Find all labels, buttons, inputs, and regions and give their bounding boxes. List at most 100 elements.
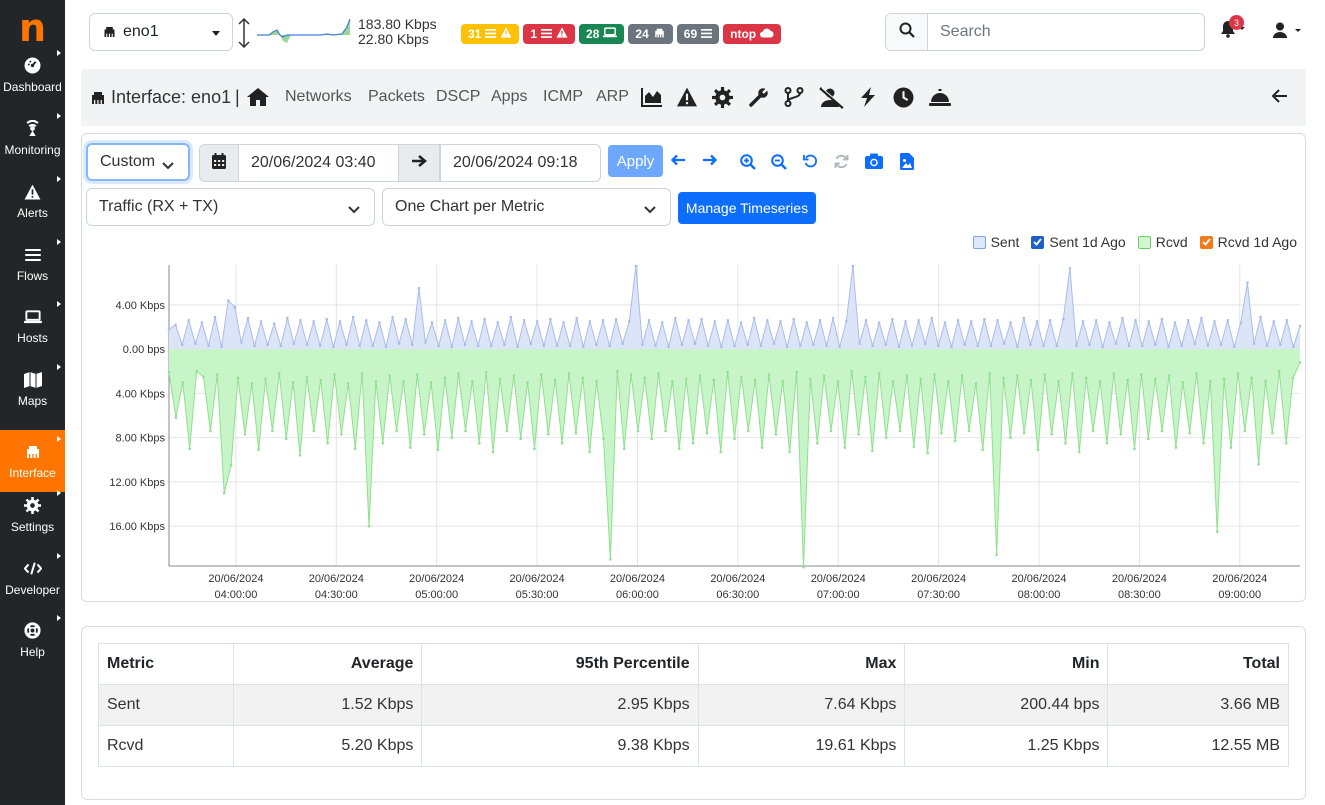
sent-series-point xyxy=(476,344,480,348)
sent-series-point xyxy=(1121,316,1124,320)
rcvd-series-point xyxy=(1257,462,1260,466)
cell-max: 19.61 Kbps xyxy=(697,725,906,767)
sent-series-point xyxy=(397,342,401,345)
rcvd-series-point xyxy=(988,372,991,375)
x-tick-date: 20/06/2024 xyxy=(309,573,364,585)
alert-triangle-icon[interactable] xyxy=(676,87,698,112)
badge-count: 1 xyxy=(530,27,538,41)
sidebar-item-hosts[interactable]: Hosts xyxy=(0,295,65,357)
cell-95th: 2.95 Kbps xyxy=(421,684,699,726)
back-arrow-icon[interactable] xyxy=(1271,87,1289,110)
rcvd-series-point xyxy=(1084,376,1088,380)
caret-right-icon xyxy=(57,50,61,56)
rcvd-series-point xyxy=(822,374,826,377)
sent-series-point xyxy=(371,344,375,348)
rcvd-series-point xyxy=(802,565,805,569)
rcvd-series-point xyxy=(574,431,578,435)
sidebar-item-interface[interactable]: Interface xyxy=(0,430,65,492)
sidebar-item-monitoring[interactable]: Monitoring xyxy=(0,107,65,169)
user-menu-icon[interactable] xyxy=(1272,22,1302,43)
home-icon[interactable] xyxy=(246,87,270,112)
rcvd-series-point xyxy=(167,371,171,374)
search-input[interactable] xyxy=(928,14,1204,50)
sent-series-point xyxy=(391,315,394,319)
tab-icmp[interactable]: ICMP xyxy=(543,88,583,106)
rcvd-series-point xyxy=(657,372,660,375)
header-min: Min xyxy=(904,643,1109,685)
rcvd-series-point xyxy=(367,524,371,528)
sidebar-item-developer[interactable]: Developer xyxy=(0,547,65,609)
throughput-down: 22.80 Kbps xyxy=(358,31,429,47)
sent-series-point xyxy=(904,320,907,323)
sent-series-point xyxy=(1016,345,1019,349)
sent-series-point xyxy=(726,319,730,322)
sidebar-item-maps[interactable]: Maps xyxy=(0,358,65,420)
user-slash-icon[interactable] xyxy=(819,87,845,114)
sent-series-point xyxy=(831,316,835,320)
tab-packets[interactable]: Packets xyxy=(368,88,425,106)
badge-flows[interactable]: 69 xyxy=(676,24,720,44)
code-branch-icon[interactable] xyxy=(784,87,804,112)
rcvd-series-point xyxy=(1243,429,1247,433)
badge-devices[interactable]: 24 xyxy=(628,24,673,44)
sent-series-point xyxy=(963,343,966,346)
gear-icon xyxy=(24,497,42,515)
sidebar-item-dashboard[interactable]: Dashboard xyxy=(0,44,65,106)
sidebar-item-help[interactable]: Help xyxy=(0,609,65,671)
rcvd-series-point xyxy=(829,429,833,433)
sent-series-point xyxy=(1173,321,1177,324)
rcvd-series-point xyxy=(298,454,302,457)
rcvd-series-area xyxy=(169,349,1300,568)
bars-icon xyxy=(24,246,42,264)
badge-engaged-alerts[interactable]: 31 xyxy=(461,24,520,44)
rcvd-series-point xyxy=(871,449,874,453)
sent-series-point xyxy=(568,344,572,348)
sidebar-item-settings[interactable]: Settings xyxy=(0,484,65,546)
rcvd-series-point xyxy=(891,379,895,383)
cloud-icon xyxy=(760,27,774,41)
rcvd-series-point xyxy=(457,372,460,375)
sent-series-point xyxy=(378,321,381,324)
rcvd-series-point xyxy=(926,451,929,455)
rcvd-series-point xyxy=(781,379,785,383)
x-tick-time: 08:00:00 xyxy=(1018,589,1061,601)
badge-ntop-cloud[interactable]: ntop xyxy=(723,24,782,44)
badge-hosts[interactable]: 28 xyxy=(579,24,625,44)
interface-selector[interactable]: eno1 xyxy=(89,13,233,51)
rcvd-series-point xyxy=(567,372,571,375)
concierge-bell-icon[interactable] xyxy=(929,87,951,112)
sent-series-point xyxy=(897,345,901,349)
tab-networks[interactable]: Networks xyxy=(285,88,352,106)
rcvd-series-point xyxy=(395,429,398,433)
rcvd-series-point xyxy=(1291,376,1295,380)
cell-average: 1.52 Kbps xyxy=(233,684,423,726)
cell-max: 7.64 Kbps xyxy=(697,684,906,726)
sidebar-item-flows[interactable]: Flows xyxy=(0,233,65,295)
tab-arp[interactable]: ARP xyxy=(596,88,629,106)
tab-dscp[interactable]: DSCP xyxy=(436,88,480,106)
ethernet-icon xyxy=(24,443,42,461)
sent-series-point xyxy=(772,342,776,345)
bolt-icon[interactable] xyxy=(859,87,877,112)
badge-count: 28 xyxy=(586,27,600,41)
sidebar-item-alerts[interactable]: Alerts xyxy=(0,170,65,232)
map-icon xyxy=(23,371,42,389)
sent-series-point xyxy=(752,316,756,320)
badge-error-alerts[interactable]: 1 xyxy=(523,24,576,44)
tab-apps[interactable]: Apps xyxy=(491,88,527,106)
clock-icon[interactable] xyxy=(893,87,914,113)
sent-series-point xyxy=(411,343,414,346)
area-chart-icon[interactable] xyxy=(641,87,663,112)
traffic-chart[interactable]: 4.00 Kbps 0.00 bps 4.00 Kbps 8.00 Kbps 12.00… xyxy=(82,134,1305,601)
wrench-icon[interactable] xyxy=(749,87,769,112)
gear-icon[interactable] xyxy=(712,87,733,113)
sent-series-point xyxy=(200,321,204,324)
sent-series-point xyxy=(983,317,986,321)
laptop-icon xyxy=(603,27,618,41)
rcvd-series-point xyxy=(526,381,529,384)
sidebar-item-label: Dashboard xyxy=(3,79,62,94)
rcvd-series-point xyxy=(498,377,502,381)
sent-series-point xyxy=(430,321,434,324)
search-button[interactable] xyxy=(886,14,928,50)
rcvd-series-point xyxy=(836,379,840,383)
